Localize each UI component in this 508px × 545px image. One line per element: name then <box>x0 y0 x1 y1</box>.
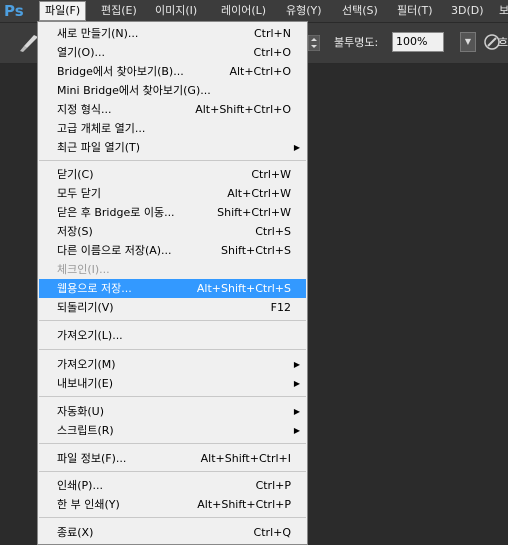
menu-item-label: Bridge에서 찾아보기(B)... <box>57 65 184 78</box>
menu-item-shortcut: Alt+Shift+Ctrl+O <box>195 103 291 116</box>
menu-item-label: 닫은 후 Bridge로 이동... <box>57 206 175 219</box>
submenu-arrow-icon: ▶ <box>293 360 300 369</box>
menu-filter[interactable]: 필터(T) <box>392 2 438 20</box>
menu-item-shortcut: Shift+Ctrl+W <box>217 206 291 219</box>
menu-item-import[interactable]: 가져오기(M) ▶ <box>39 355 306 374</box>
menu-item-save-as[interactable]: 다른 이름으로 저장(A)... Shift+Ctrl+S <box>39 241 306 260</box>
menu-edit[interactable]: 편집(E) <box>96 2 142 20</box>
menu-item-shortcut: Ctrl+O <box>253 46 291 59</box>
menu-separator <box>39 443 306 444</box>
menu-item-export[interactable]: 내보내기(E) ▶ <box>39 374 306 393</box>
menu-image[interactable]: 이미지(I) <box>150 2 202 20</box>
menu-item-label: 웹용으로 저장... <box>57 282 132 295</box>
menu-separator <box>39 160 306 161</box>
submenu-arrow-icon: ▶ <box>293 379 300 388</box>
menu-item-open-as[interactable]: 지정 형식... Alt+Shift+Ctrl+O <box>39 100 306 119</box>
menu-item-label: 되돌리기(V) <box>57 301 114 314</box>
menu-item-save[interactable]: 저장(S) Ctrl+S <box>39 222 306 241</box>
options-more-label: 흐 <box>498 36 508 49</box>
opacity-dropdown-button[interactable]: ▼ <box>460 32 476 52</box>
menu-3d[interactable]: 3D(D) <box>446 2 489 20</box>
menu-item-label: 고급 개체로 열기... <box>57 122 146 135</box>
menu-item-label: 가져오기(M) <box>57 358 116 371</box>
menu-item-label: 열기(O)... <box>57 46 105 59</box>
menu-item-shortcut: F12 <box>270 301 291 314</box>
menu-item-shortcut: Ctrl+S <box>255 225 291 238</box>
menu-item-label: 스크립트(R) <box>57 424 114 437</box>
menu-item-shortcut: Alt+Shift+Ctrl+I <box>200 452 291 465</box>
menu-item-label: 닫기(C) <box>57 168 94 181</box>
menu-item-browse-bridge[interactable]: Bridge에서 찾아보기(B)... Alt+Ctrl+O <box>39 62 306 81</box>
submenu-arrow-icon: ▶ <box>293 426 300 435</box>
menu-item-new[interactable]: 새로 만들기(N)... Ctrl+N <box>39 24 306 43</box>
menu-item-check-in: 체크인(I)... <box>39 260 306 279</box>
file-menu-dropdown: 새로 만들기(N)... Ctrl+N 열기(O)... Ctrl+O Brid… <box>37 21 308 545</box>
menu-item-file-info[interactable]: 파일 정보(F)... Alt+Shift+Ctrl+I <box>39 449 306 468</box>
menu-item-shortcut: Shift+Ctrl+S <box>221 244 291 257</box>
menu-item-label: 내보내기(E) <box>57 377 114 390</box>
menu-item-place[interactable]: 가져오기(L)... <box>39 326 306 345</box>
menu-item-label: 자동화(U) <box>57 405 104 418</box>
menu-item-label: 체크인(I)... <box>57 263 110 276</box>
menu-item-open-smart-object[interactable]: 고급 개체로 열기... <box>39 119 306 138</box>
menu-item-label: 새로 만들기(N)... <box>57 27 139 40</box>
menu-item-label: 가져오기(L)... <box>57 329 123 342</box>
menu-view[interactable]: 보 <box>494 2 508 20</box>
menu-type[interactable]: 유형(Y) <box>281 2 327 20</box>
opacity-input[interactable]: 100% <box>392 32 444 52</box>
menu-item-close-go-bridge[interactable]: 닫은 후 Bridge로 이동... Shift+Ctrl+W <box>39 203 306 222</box>
menu-item-print[interactable]: 인쇄(P)... Ctrl+P <box>39 476 306 495</box>
menu-item-automate[interactable]: 자동화(U) ▶ <box>39 402 306 421</box>
menu-separator <box>39 471 306 472</box>
menu-item-revert[interactable]: 되돌리기(V) F12 <box>39 298 306 317</box>
menu-item-shortcut: Ctrl+W <box>251 168 291 181</box>
menu-item-shortcut: Ctrl+N <box>253 27 291 40</box>
menu-item-shortcut: Alt+Shift+Ctrl+P <box>197 498 291 511</box>
menu-item-scripts[interactable]: 스크립트(R) ▶ <box>39 421 306 440</box>
menu-item-label: 다른 이름으로 저장(A)... <box>57 244 172 257</box>
menu-item-exit[interactable]: 종료(X) Ctrl+Q <box>39 523 306 542</box>
menu-item-label: 모두 닫기 <box>57 187 101 200</box>
menu-item-label: 저장(S) <box>57 225 93 238</box>
menu-select[interactable]: 선택(S) <box>337 2 383 20</box>
menu-item-label: 지정 형식... <box>57 103 112 116</box>
menu-separator <box>39 349 306 350</box>
menu-separator <box>39 396 306 397</box>
menu-item-browse-mini-bridge[interactable]: Mini Bridge에서 찾아보기(G)... <box>39 81 306 100</box>
menu-item-label: 종료(X) <box>57 526 94 539</box>
menu-item-label: 파일 정보(F)... <box>57 452 127 465</box>
menu-item-close-all[interactable]: 모두 닫기 Alt+Ctrl+W <box>39 184 306 203</box>
menu-item-open[interactable]: 열기(O)... Ctrl+O <box>39 43 306 62</box>
menu-item-shortcut: Alt+Ctrl+W <box>227 187 291 200</box>
menu-separator <box>39 517 306 518</box>
submenu-arrow-icon: ▶ <box>293 407 300 416</box>
submenu-arrow-icon: ▶ <box>293 143 300 152</box>
menu-item-shortcut: Ctrl+P <box>255 479 291 492</box>
menu-item-shortcut: Alt+Ctrl+O <box>229 65 291 78</box>
menu-layer[interactable]: 레이어(L) <box>216 2 271 20</box>
menu-item-label: Mini Bridge에서 찾아보기(G)... <box>57 84 211 97</box>
menu-separator <box>39 320 306 321</box>
spin-arrows-icon[interactable] <box>308 35 320 51</box>
menu-item-close[interactable]: 닫기(C) Ctrl+W <box>39 165 306 184</box>
opacity-label: 불투명도: <box>334 36 379 49</box>
menu-item-label: 최근 파일 열기(T) <box>57 141 141 154</box>
menu-item-label: 인쇄(P)... <box>57 479 103 492</box>
menu-file[interactable]: 파일(F) <box>39 1 87 21</box>
menu-item-shortcut: Alt+Shift+Ctrl+S <box>196 282 291 295</box>
menu-item-label: 한 부 인쇄(Y) <box>57 498 120 511</box>
menu-item-shortcut: Ctrl+Q <box>253 526 291 539</box>
menu-item-save-for-web[interactable]: 웹용으로 저장... Alt+Shift+Ctrl+S <box>39 279 306 298</box>
menu-item-print-one-copy[interactable]: 한 부 인쇄(Y) Alt+Shift+Ctrl+P <box>39 495 306 514</box>
menu-bar: Ps 파일(F) 편집(E) 이미지(I) 레이어(L) 유형(Y) 선택(S)… <box>0 0 508 23</box>
photoshop-logo: Ps <box>4 2 24 20</box>
menu-item-open-recent[interactable]: 최근 파일 열기(T) ▶ <box>39 138 306 157</box>
